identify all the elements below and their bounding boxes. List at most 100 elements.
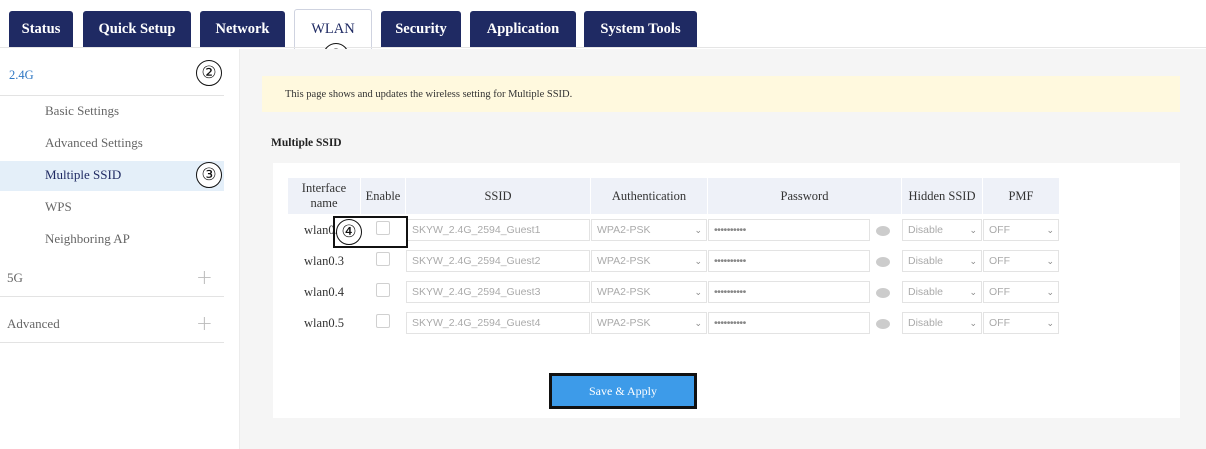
enable-checkbox[interactable] bbox=[376, 283, 390, 297]
sidebar-item-label: Neighboring AP bbox=[45, 231, 130, 246]
sidebar-item-basic-settings[interactable]: Basic Settings bbox=[0, 97, 224, 127]
auth-select-value: WPA2-PSK bbox=[597, 255, 651, 267]
col-password: Password bbox=[708, 178, 901, 214]
sidebar-section-advanced[interactable]: Advanced + bbox=[0, 305, 224, 343]
tab-network[interactable]: Network bbox=[200, 11, 285, 48]
callout-4: ④ bbox=[336, 219, 362, 245]
sidebar-section-5g[interactable]: 5G + bbox=[0, 259, 224, 297]
chevron-down-icon: ⌄ bbox=[1046, 286, 1054, 297]
chevron-down-icon: ⌄ bbox=[1046, 224, 1054, 235]
chevron-down-icon: ⌄ bbox=[694, 317, 702, 328]
chevron-down-icon: ⌄ bbox=[1046, 317, 1054, 328]
password-input[interactable]: •••••••••• bbox=[708, 281, 870, 303]
auth-select-value: WPA2-PSK bbox=[597, 224, 651, 236]
enable-checkbox[interactable] bbox=[376, 252, 390, 266]
enable-cell bbox=[361, 308, 405, 338]
sidebar-item-wps[interactable]: WPS bbox=[0, 193, 224, 223]
password-input[interactable]: •••••••••• bbox=[708, 250, 870, 272]
tab-status[interactable]: Status bbox=[9, 11, 73, 48]
table-row: wlan0.3 SKYW_2.4G_2594_Guest2 WPA2-PSK ⌄ … bbox=[288, 246, 1059, 276]
hidden-cell: Disable ⌄ bbox=[902, 308, 982, 338]
eye-icon[interactable] bbox=[876, 319, 890, 329]
chevron-down-icon: ⌄ bbox=[694, 286, 702, 297]
pmf-select[interactable]: OFF ⌄ bbox=[983, 312, 1059, 334]
hidden-ssid-value: Disable bbox=[908, 255, 944, 267]
hidden-ssid-select[interactable]: Disable ⌄ bbox=[902, 312, 982, 334]
eye-icon[interactable] bbox=[876, 226, 890, 236]
hidden-ssid-select[interactable]: Disable ⌄ bbox=[902, 219, 982, 241]
info-notice: This page shows and updates the wireless… bbox=[262, 76, 1180, 112]
auth-select[interactable]: WPA2-PSK ⌄ bbox=[591, 281, 707, 303]
sidebar-section-advanced-label: Advanced bbox=[7, 316, 60, 331]
auth-cell: WPA2-PSK ⌄ bbox=[591, 308, 707, 338]
callout-2: ② bbox=[196, 60, 222, 86]
tab-quick-setup[interactable]: Quick Setup bbox=[83, 11, 191, 48]
pmf-value: OFF bbox=[989, 224, 1010, 236]
pmf-cell: OFF ⌄ bbox=[983, 246, 1059, 276]
hidden-ssid-select[interactable]: Disable ⌄ bbox=[902, 281, 982, 303]
table-row: wlan0.4 SKYW_2.4G_2594_Guest3 WPA2-PSK ⌄ … bbox=[288, 277, 1059, 307]
auth-select[interactable]: WPA2-PSK ⌄ bbox=[591, 250, 707, 272]
chevron-down-icon: ⌄ bbox=[969, 255, 977, 266]
auth-select[interactable]: WPA2-PSK ⌄ bbox=[591, 312, 707, 334]
password-input[interactable]: •••••••••• bbox=[708, 312, 870, 334]
eye-icon[interactable] bbox=[876, 257, 890, 267]
enable-cell bbox=[361, 246, 405, 276]
password-cell: •••••••••• bbox=[708, 215, 901, 245]
col-pmf: PMF bbox=[983, 178, 1059, 214]
ssid-cell: SKYW_2.4G_2594_Guest2 bbox=[406, 246, 590, 276]
sidebar-item-label: Advanced Settings bbox=[45, 135, 143, 150]
col-authentication: Authentication bbox=[591, 178, 707, 214]
chevron-down-icon: ⌄ bbox=[694, 255, 702, 266]
chevron-down-icon: ⌄ bbox=[1046, 255, 1054, 266]
tab-security[interactable]: Security bbox=[381, 11, 461, 48]
chevron-down-icon: ⌄ bbox=[969, 317, 977, 328]
expand-plus-icon[interactable]: + bbox=[196, 311, 213, 335]
ssid-input[interactable]: SKYW_2.4G_2594_Guest4 bbox=[406, 312, 590, 334]
hidden-cell: Disable ⌄ bbox=[902, 277, 982, 307]
callout-3: ③ bbox=[196, 162, 222, 188]
chevron-down-icon: ⌄ bbox=[694, 224, 702, 235]
pmf-value: OFF bbox=[989, 255, 1010, 267]
col-hidden-ssid: Hidden SSID bbox=[902, 178, 982, 214]
save-apply-button[interactable]: Save & Apply bbox=[549, 373, 697, 409]
enable-cell bbox=[361, 277, 405, 307]
ssid-table: Interface name Enable SSID Authenticatio… bbox=[287, 177, 1060, 339]
ssid-cell: SKYW_2.4G_2594_Guest1 bbox=[406, 215, 590, 245]
ssid-panel: Interface name Enable SSID Authenticatio… bbox=[273, 163, 1180, 418]
pmf-select[interactable]: OFF ⌄ bbox=[983, 281, 1059, 303]
tab-underline bbox=[0, 47, 1206, 48]
sidebar-section-2-4g[interactable]: 2.4G bbox=[0, 63, 224, 96]
hidden-ssid-value: Disable bbox=[908, 317, 944, 329]
ssid-input[interactable]: SKYW_2.4G_2594_Guest3 bbox=[406, 281, 590, 303]
main-content: This page shows and updates the wireless… bbox=[240, 49, 1206, 449]
section-title: Multiple SSID bbox=[271, 137, 342, 149]
pmf-cell: OFF ⌄ bbox=[983, 308, 1059, 338]
hidden-ssid-select[interactable]: Disable ⌄ bbox=[902, 250, 982, 272]
interface-name: wlan0.4 bbox=[288, 277, 360, 307]
sidebar-item-label: Basic Settings bbox=[45, 103, 120, 118]
sidebar-item-multiple-ssid[interactable]: Multiple SSID bbox=[0, 161, 224, 191]
pmf-select[interactable]: OFF ⌄ bbox=[983, 219, 1059, 241]
table-header-row: Interface name Enable SSID Authenticatio… bbox=[288, 178, 1059, 214]
enable-checkbox[interactable] bbox=[376, 314, 390, 328]
auth-select[interactable]: WPA2-PSK ⌄ bbox=[591, 219, 707, 241]
pmf-select[interactable]: OFF ⌄ bbox=[983, 250, 1059, 272]
chevron-down-icon: ⌄ bbox=[969, 286, 977, 297]
auth-select-value: WPA2-PSK bbox=[597, 286, 651, 298]
password-cell: •••••••••• bbox=[708, 277, 901, 307]
tab-application[interactable]: Application bbox=[470, 11, 576, 48]
hidden-cell: Disable ⌄ bbox=[902, 215, 982, 245]
table-row: wlan0.5 SKYW_2.4G_2594_Guest4 WPA2-PSK ⌄ … bbox=[288, 308, 1059, 338]
pmf-value: OFF bbox=[989, 286, 1010, 298]
auth-cell: WPA2-PSK ⌄ bbox=[591, 246, 707, 276]
pmf-cell: OFF ⌄ bbox=[983, 277, 1059, 307]
ssid-input[interactable]: SKYW_2.4G_2594_Guest1 bbox=[406, 219, 590, 241]
tab-system-tools[interactable]: System Tools bbox=[584, 11, 697, 48]
password-input[interactable]: •••••••••• bbox=[708, 219, 870, 241]
expand-plus-icon[interactable]: + bbox=[196, 265, 213, 289]
sidebar-item-advanced-settings[interactable]: Advanced Settings bbox=[0, 129, 224, 159]
eye-icon[interactable] bbox=[876, 288, 890, 298]
ssid-input[interactable]: SKYW_2.4G_2594_Guest2 bbox=[406, 250, 590, 272]
sidebar-item-neighboring-ap[interactable]: Neighboring AP bbox=[0, 225, 224, 255]
